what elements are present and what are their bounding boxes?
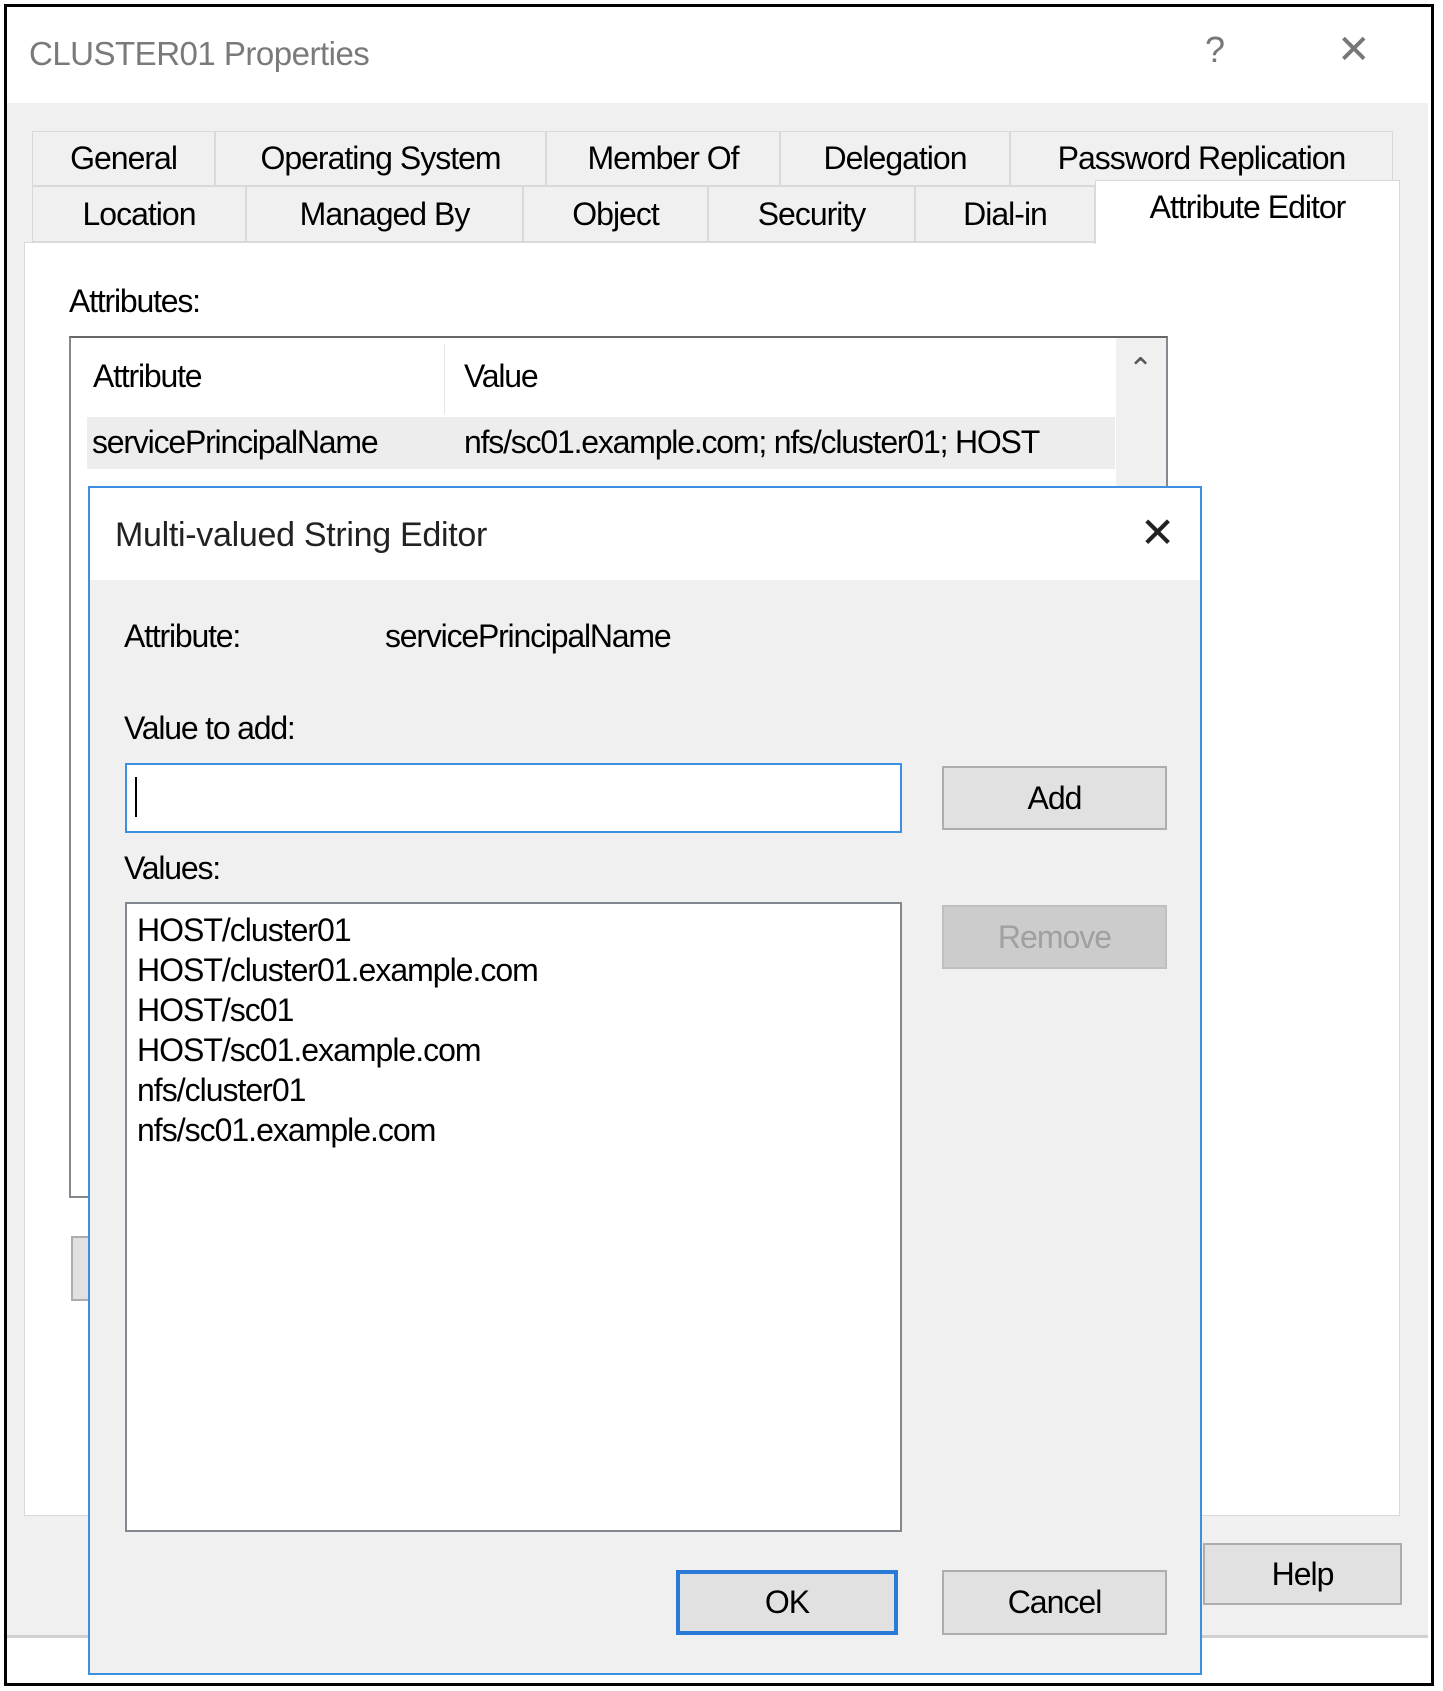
tab-object[interactable]: Object: [523, 186, 708, 242]
text-cursor: [135, 777, 137, 817]
column-header-value[interactable]: Value: [464, 358, 539, 395]
tab-delegation[interactable]: Delegation: [780, 131, 1010, 186]
table-row[interactable]: servicePrincipalName nfs/sc01.example.co…: [87, 417, 1115, 469]
tab-operating-system[interactable]: Operating System: [215, 131, 546, 186]
value-to-add-label: Value to add:: [124, 710, 296, 746]
tab-member-of[interactable]: Member Of: [546, 131, 780, 186]
tab-dial-in[interactable]: Dial-in: [915, 186, 1095, 242]
help-button[interactable]: Help: [1203, 1543, 1402, 1605]
close-icon[interactable]: ✕: [1337, 27, 1371, 73]
help-icon[interactable]: ?: [1205, 29, 1225, 71]
value-to-add-input[interactable]: [125, 763, 902, 833]
list-item[interactable]: HOST/sc01: [137, 990, 900, 1030]
attribute-name: servicePrincipalName: [385, 618, 672, 654]
cancel-button[interactable]: Cancel: [942, 1570, 1167, 1635]
dialog-title: Multi-valued String Editor: [115, 516, 488, 554]
tab-security[interactable]: Security: [708, 186, 915, 242]
column-header-attribute[interactable]: Attribute: [93, 358, 203, 395]
column-divider[interactable]: [444, 344, 445, 414]
window-title-bar: CLUSTER01 Properties ? ✕: [7, 7, 1428, 103]
dialog-title-bar: Multi-valued String Editor ✕: [90, 488, 1200, 580]
ok-button[interactable]: OK: [676, 1570, 898, 1635]
values-label: Values:: [124, 850, 221, 886]
list-item[interactable]: HOST/cluster01: [137, 910, 900, 950]
tab-managed-by[interactable]: Managed By: [246, 186, 523, 242]
tab-password-replication[interactable]: Password Replication: [1010, 131, 1393, 186]
row-attribute: servicePrincipalName: [92, 424, 379, 460]
attribute-label: Attribute:: [124, 618, 241, 654]
window-title: CLUSTER01 Properties: [29, 35, 370, 72]
tab-general[interactable]: General: [32, 131, 215, 186]
list-item[interactable]: nfs/cluster01: [137, 1070, 900, 1110]
add-button[interactable]: Add: [942, 766, 1167, 830]
list-item[interactable]: nfs/sc01.example.com: [137, 1110, 900, 1150]
tab-location[interactable]: Location: [32, 186, 246, 242]
list-item[interactable]: HOST/sc01.example.com: [137, 1030, 900, 1070]
dialog-close-icon[interactable]: ✕: [1140, 508, 1175, 557]
tab-attribute-editor[interactable]: Attribute Editor: [1095, 180, 1400, 244]
values-list[interactable]: HOST/cluster01 HOST/cluster01.example.co…: [125, 902, 902, 1532]
multi-valued-string-editor-dialog: Multi-valued String Editor ✕ Attribute: …: [88, 486, 1202, 1675]
remove-button[interactable]: Remove: [942, 905, 1167, 969]
row-value: nfs/sc01.example.com; nfs/cluster01; HOS…: [464, 424, 1040, 460]
attributes-label: Attributes:: [69, 283, 201, 319]
list-item[interactable]: HOST/cluster01.example.com: [137, 950, 900, 990]
scroll-up-icon[interactable]: ⌃: [1128, 352, 1153, 387]
